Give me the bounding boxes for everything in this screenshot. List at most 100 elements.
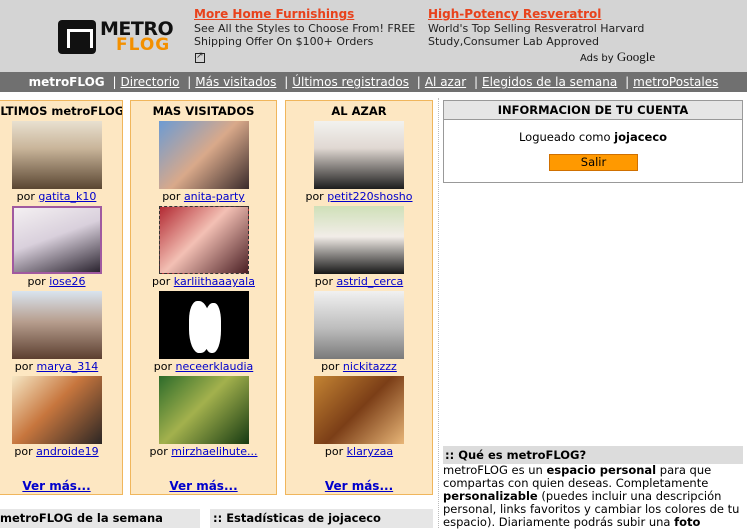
nav-separator: | bbox=[112, 75, 117, 89]
main-nav: metroFLOG | Directorio | Más visitados | Úl… bbox=[0, 72, 747, 92]
nav-link-directorio[interactable]: Directorio bbox=[121, 75, 180, 89]
nav-link-elegidos-semana[interactable]: Elegidos de la semana bbox=[482, 75, 617, 89]
flog-thumbnail[interactable] bbox=[158, 376, 249, 444]
nav-separator: | bbox=[416, 75, 421, 89]
nav-link-mas-visitados[interactable]: Más visitados bbox=[195, 75, 276, 89]
flog-thumbnail[interactable] bbox=[11, 376, 102, 444]
ad-2-title-link[interactable]: High-Potency Resveratrol bbox=[428, 7, 664, 21]
flog-byline: por nickitazzz bbox=[286, 360, 432, 373]
ads-by-label: Ads by bbox=[580, 53, 614, 64]
byline-prefix: por bbox=[153, 360, 172, 373]
byline-prefix: por bbox=[14, 445, 33, 458]
flog-byline: por astrid_cerca bbox=[286, 275, 432, 288]
ad-2-text: World's Top Selling Resveratrol Harvard … bbox=[428, 22, 645, 48]
logged-username: jojaceco bbox=[614, 130, 668, 144]
logo-word-flog: FLOG bbox=[116, 35, 171, 55]
flog-thumbnail[interactable] bbox=[158, 291, 249, 359]
flog-byline: por klaryzaa bbox=[286, 445, 432, 458]
flog-entry: por marya_314 bbox=[0, 291, 122, 375]
flog-entry: por petit220shosho bbox=[286, 121, 432, 205]
flog-user-link[interactable]: karliithaaayala bbox=[174, 275, 255, 288]
flog-thumbnail[interactable] bbox=[314, 121, 404, 189]
ver-mas-link[interactable]: Ver más... bbox=[131, 479, 276, 493]
flog-entry: por androide19 bbox=[0, 376, 122, 460]
byline-prefix: por bbox=[321, 360, 340, 373]
flog-thumbnail[interactable] bbox=[314, 291, 404, 359]
flog-user-link[interactable]: iose26 bbox=[49, 275, 85, 288]
flog-entry: por astrid_cerca bbox=[286, 206, 432, 290]
flog-byline: por neceerklaudia bbox=[131, 360, 276, 373]
ver-mas-link[interactable]: Ver más... bbox=[286, 479, 432, 493]
ad-1-title-link[interactable]: More Home Furnishings bbox=[194, 7, 426, 21]
nav-home-link[interactable]: metroFLOG bbox=[29, 75, 105, 89]
flog-thumbnail[interactable] bbox=[11, 121, 102, 189]
silhouette-shape bbox=[202, 303, 221, 353]
flog-thumbnail[interactable] bbox=[314, 206, 404, 274]
byline-prefix: por bbox=[27, 275, 46, 288]
logo-icon bbox=[58, 20, 96, 54]
flog-entry: por gatita_k10 bbox=[0, 121, 122, 205]
account-title: INFORMACION DE TU CUENTA bbox=[444, 101, 742, 120]
nav-link-al-azar[interactable]: Al azar bbox=[425, 75, 466, 89]
metroflog-logo[interactable]: METRO FLOG bbox=[58, 18, 174, 55]
logged-in-status: Logueado como jojaceco bbox=[444, 130, 742, 144]
flog-thumbnail[interactable] bbox=[158, 121, 249, 189]
column-title: AL AZAR bbox=[331, 104, 387, 118]
nav-link-metropostales[interactable]: metroPostales bbox=[633, 75, 718, 89]
flog-byline: por karliithaaayala bbox=[131, 275, 276, 288]
byline-prefix: por bbox=[324, 445, 344, 458]
column-divider bbox=[438, 98, 439, 528]
flog-entry: por mirzhaelihute... bbox=[131, 376, 276, 460]
flog-thumbnail[interactable] bbox=[11, 206, 102, 274]
about-text-part: metroFLOG es un bbox=[443, 463, 543, 477]
flog-byline: por petit220shosho bbox=[286, 190, 432, 203]
flog-thumbnail[interactable] bbox=[158, 206, 249, 274]
adchoices-icon[interactable] bbox=[195, 51, 205, 63]
byline-prefix: por bbox=[14, 360, 33, 373]
ad-unit-1: More Home Furnishings See All the Styles… bbox=[194, 7, 426, 48]
google-label: Google bbox=[616, 49, 656, 64]
flog-byline: por mirzhaelihute... bbox=[131, 445, 276, 458]
column-ultimos: ULTIMOS metroFLOGS por gatita_k10 por io… bbox=[0, 100, 123, 495]
byline-prefix: por bbox=[162, 190, 181, 203]
stats-title: :: Estadísticas de jojaceco bbox=[210, 509, 433, 528]
logged-prefix: Logueado como bbox=[518, 130, 611, 144]
byline-prefix: por bbox=[305, 190, 324, 203]
flog-user-link[interactable]: petit220shosho bbox=[327, 190, 412, 203]
flog-user-link[interactable]: nickitazzz bbox=[343, 360, 397, 373]
nav-separator: | bbox=[284, 75, 289, 89]
flog-user-link[interactable]: klaryzaa bbox=[347, 445, 393, 458]
flog-entry: por neceerklaudia bbox=[131, 291, 276, 375]
flog-byline: por marya_314 bbox=[0, 360, 122, 373]
flog-user-link[interactable]: neceerklaudia bbox=[175, 360, 253, 373]
flog-user-link[interactable]: marya_314 bbox=[37, 360, 99, 373]
nav-separator: | bbox=[473, 75, 479, 89]
flog-user-link[interactable]: gatita_k10 bbox=[38, 190, 96, 203]
flog-thumbnail[interactable] bbox=[314, 376, 404, 444]
ver-mas-link[interactable]: Ver más... bbox=[0, 479, 122, 493]
column-title: ULTIMOS metroFLOGS bbox=[0, 104, 122, 118]
byline-prefix: por bbox=[152, 275, 171, 288]
flog-user-link[interactable]: astrid_cerca bbox=[337, 275, 404, 288]
about-title: :: Qué es metroFLOG? bbox=[443, 446, 743, 464]
about-text: metroFLOG es un espacio personal para qu… bbox=[443, 464, 745, 529]
flog-thumbnail[interactable] bbox=[11, 291, 102, 359]
byline-prefix: por bbox=[314, 275, 333, 288]
column-al-azar: AL AZAR por petit220shosho por astrid_ce… bbox=[285, 100, 433, 495]
ad-unit-2: High-Potency Resveratrol World's Top Sel… bbox=[428, 7, 664, 48]
flog-of-week-title: metroFLOG de la semana bbox=[0, 509, 200, 528]
ad-1-text: See All the Styles to Choose From! FREE … bbox=[194, 22, 416, 48]
flog-entry: por klaryzaa bbox=[286, 376, 432, 460]
nav-link-ultimos-registrados[interactable]: Últimos registrados bbox=[292, 75, 409, 89]
column-mas-visitados: MAS VISITADOS por anita-party por karlii… bbox=[130, 100, 277, 495]
about-text-bold: espacio personal bbox=[546, 463, 657, 477]
nav-separator: | bbox=[625, 75, 630, 89]
flog-user-link[interactable]: anita-party bbox=[184, 190, 245, 203]
flog-user-link[interactable]: mirzhaelihute... bbox=[171, 445, 257, 458]
flog-entry: por nickitazzz bbox=[286, 291, 432, 375]
ads-by-google[interactable]: Ads by Google bbox=[580, 49, 655, 65]
flog-byline: por gatita_k10 bbox=[0, 190, 122, 203]
flog-entry: por karliithaaayala bbox=[131, 206, 276, 290]
logout-button[interactable]: Salir bbox=[549, 154, 638, 171]
flog-user-link[interactable]: androide19 bbox=[36, 445, 99, 458]
